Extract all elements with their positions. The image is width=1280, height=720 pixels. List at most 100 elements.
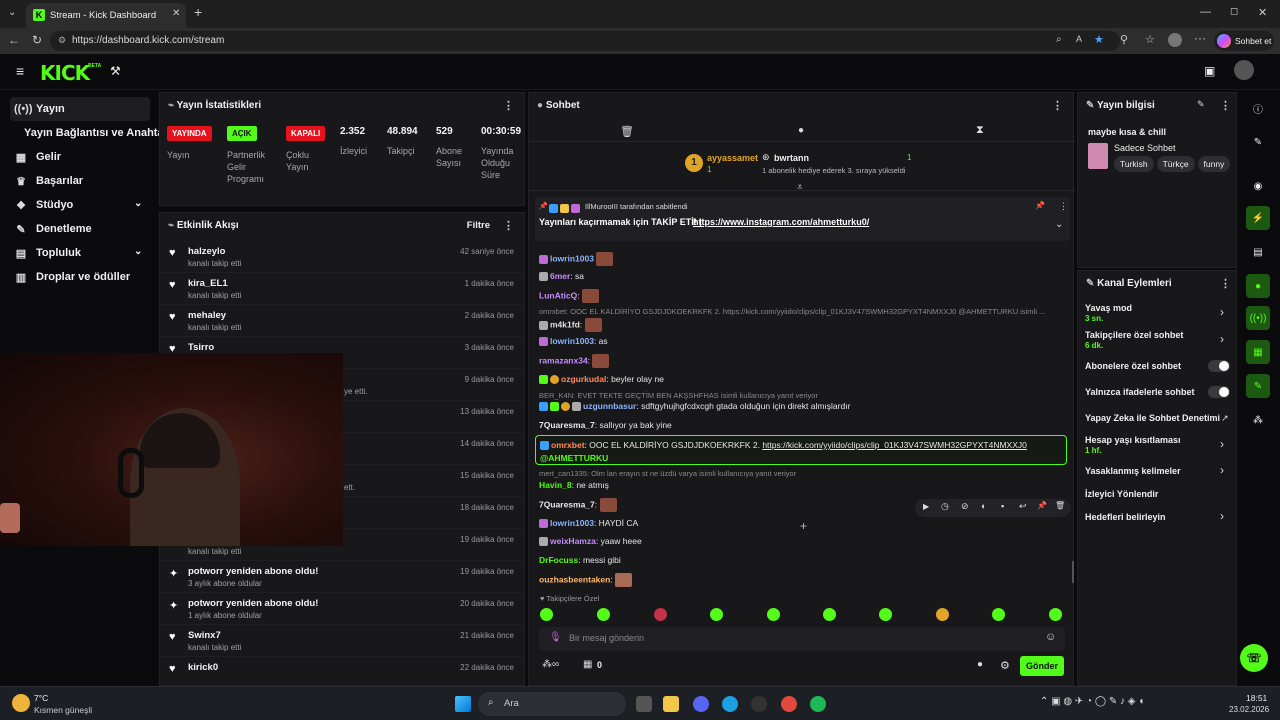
actions-menu-icon[interactable]: ⋮ [1220, 277, 1231, 290]
minimize-icon[interactable]: — [1200, 6, 1211, 18]
collapse-icon[interactable]: ⩡ [797, 182, 803, 193]
sidebar-item-topluluk[interactable]: ▤ Topluluk ⌄ [10, 241, 150, 265]
reload-icon[interactable]: ↻ [32, 33, 42, 47]
mod-icon[interactable]: ◐ [981, 501, 986, 511]
url-field[interactable]: ⚙ https://dashboard.kick.com/stream ⌕ A … [50, 31, 1120, 51]
zoom-icon[interactable]: ⌕ [1056, 34, 1062, 45]
emote-4[interactable] [710, 608, 723, 621]
chevron-right-icon[interactable]: › [1220, 332, 1224, 346]
tab-menu-icon[interactable]: ⌄ [8, 7, 16, 18]
sidebar-item-basarilar[interactable]: ♛ Başarılar [10, 169, 150, 193]
chevron-right-icon[interactable]: › [1220, 305, 1224, 319]
sidebar-item-gelir[interactable]: ▦ Gelir [10, 145, 150, 169]
chat-username[interactable]: Havin_8 [539, 480, 572, 490]
chat-input[interactable]: 🎙 Bir mesaj gönderin ☺ [539, 627, 1065, 651]
subs-chat-toggle[interactable] [1208, 360, 1230, 372]
sidebar-item-denetleme[interactable]: ✎ Denetleme [10, 217, 150, 241]
weather-icon[interactable] [12, 694, 30, 712]
chat-tab-icon[interactable]: ● [798, 125, 804, 136]
window-close-icon[interactable]: ✕ [1258, 6, 1267, 19]
timeout-icon[interactable]: ◷ [941, 501, 949, 512]
edge-icon[interactable] [722, 696, 738, 712]
hourglass-icon[interactable]: ⧗ [976, 124, 984, 137]
hamburger-menu-icon[interactable]: ≡ [16, 63, 24, 79]
trash-message-icon[interactable]: 🗑 [1055, 501, 1065, 510]
chat-scrollbar[interactable] [1072, 561, 1074, 583]
hammer-icon[interactable]: ⚒ [110, 64, 121, 78]
favorite-star-icon[interactable]: ★ [1094, 33, 1104, 46]
camera-icon[interactable]: ◉ [1246, 174, 1270, 198]
browser-tab[interactable]: K Stream - Kick Dashboard ✕ [26, 3, 186, 28]
chat-username[interactable]: ramazanx34 [539, 355, 588, 365]
followers-chat-label[interactable]: Takipçilere özel sohbet [1085, 330, 1183, 340]
lightning-icon[interactable]: ⚡ [1246, 206, 1270, 230]
tab-close-icon[interactable]: ✕ [172, 8, 180, 19]
mic-icon[interactable]: 🎙 [549, 632, 562, 643]
filter-button[interactable]: Filtre [467, 220, 490, 231]
app-icon[interactable] [751, 696, 767, 712]
emote-8[interactable] [936, 608, 949, 621]
file-explorer-icon[interactable] [663, 696, 679, 712]
send-button[interactable]: Gönder [1020, 656, 1064, 676]
banned-words-label[interactable]: Yasaklanmış kelimeler [1085, 466, 1181, 476]
sidebar-item-yayin[interactable]: ((•)) Yayın [10, 97, 150, 121]
ban-icon[interactable]: ⊘ [961, 501, 969, 512]
profile-avatar[interactable] [1168, 33, 1182, 47]
reply-context[interactable]: BER_K4N: EVET TEKTE GEÇTİM BEN AKŞSHFHAS… [539, 391, 818, 400]
tag[interactable]: Türkçe [1156, 156, 1195, 172]
chat-username[interactable]: DrFocuss [539, 555, 578, 565]
pin-message-icon[interactable]: 📌 [1037, 501, 1047, 510]
stream-preview-icon[interactable]: ▣ [1204, 64, 1215, 78]
chat-username[interactable]: uzgunnbasur [583, 401, 636, 411]
emote-1[interactable] [540, 608, 553, 621]
chat-username[interactable]: lowrin1003 [550, 336, 594, 346]
chat-settings-bubble-icon[interactable]: ● [977, 659, 983, 670]
chat-username[interactable]: m4k1fd [550, 319, 580, 329]
clip-link[interactable]: https://kick.com/yyiido/clips/clip_01KJ3… [762, 440, 1027, 450]
emoji-icon[interactable]: ☺ [1045, 631, 1056, 643]
info-circle-icon[interactable]: ⓘ [1246, 96, 1270, 120]
more-icon[interactable]: ··· [1194, 31, 1206, 45]
goals-label[interactable]: Hedefleri belirleyin [1085, 512, 1166, 522]
discord-icon[interactable] [693, 696, 709, 712]
emote-chat-toggle[interactable] [1208, 386, 1230, 398]
maximize-icon[interactable]: ◻ [1230, 6, 1238, 17]
sidebar-item-droplar[interactable]: ▥ Droplar ve ödüller [10, 265, 150, 289]
user-avatar[interactable] [1234, 60, 1254, 80]
edit-icon[interactable]: ✎ [1197, 99, 1205, 110]
taskbar-search[interactable]: ⌕ Ara [478, 692, 626, 716]
ai-moderation-label[interactable]: Yapay Zeka ile Sohbet Denetimi [1085, 413, 1220, 423]
tray-icons[interactable]: ⌃ ▣ ◍ ✈ ◔ ◯ ✎ ♪ ◈ ◖ [1040, 696, 1144, 707]
emote-5[interactable] [767, 608, 780, 621]
chevron-right-icon[interactable]: › [1220, 509, 1224, 523]
stats-rail-icon[interactable]: ▦ [1246, 340, 1270, 364]
emote-6[interactable] [823, 608, 836, 621]
spotify-icon[interactable] [810, 696, 826, 712]
chevron-right-icon[interactable]: › [1220, 437, 1224, 451]
wrench-rail-icon[interactable]: ✎ [1246, 374, 1270, 398]
clipboard-icon[interactable]: ▤ [1246, 240, 1270, 264]
chat-username[interactable]: 6mer [550, 271, 570, 281]
info-menu-icon[interactable]: ⋮ [1220, 99, 1231, 112]
emote-3[interactable] [654, 608, 667, 621]
pencil-icon[interactable]: ✎ [1246, 130, 1270, 154]
read-aloud-icon[interactable]: A [1076, 34, 1082, 44]
unpin-icon[interactable]: 📌 [1035, 201, 1045, 210]
chrome-icon[interactable] [781, 696, 797, 712]
sidebar-item-stream-key[interactable]: Yayın Bağlantısı ve Anahtarı [24, 121, 171, 145]
pinned-menu-icon[interactable]: ⋮ [1059, 201, 1068, 212]
raid-label[interactable]: İzleyici Yönlendir [1085, 489, 1158, 499]
chat-username[interactable]: ozgurkudal [561, 374, 606, 384]
chat-username[interactable]: weixHamza [550, 536, 596, 546]
extensions-icon[interactable]: ⚲ [1120, 33, 1128, 46]
external-link-icon[interactable]: ↗ [1221, 413, 1229, 424]
chat-rail-icon[interactable]: ● [1246, 274, 1270, 298]
gift-box-icon[interactable]: ▦ [583, 659, 592, 670]
points-icon[interactable]: ⁂∞ [542, 659, 559, 670]
reply-context[interactable]: omrxbet: OOC EL KALDİRİYO GSJDJDKOEKRKFK… [539, 307, 1045, 316]
site-info-icon[interactable]: ⚙ [58, 35, 66, 46]
tag[interactable]: funny [1197, 156, 1231, 172]
pinned-link[interactable]: https://www.instagram.com/ahmetturku0/ [693, 217, 869, 227]
chevron-right-icon[interactable]: › [1220, 463, 1224, 477]
emote-7[interactable] [879, 608, 892, 621]
